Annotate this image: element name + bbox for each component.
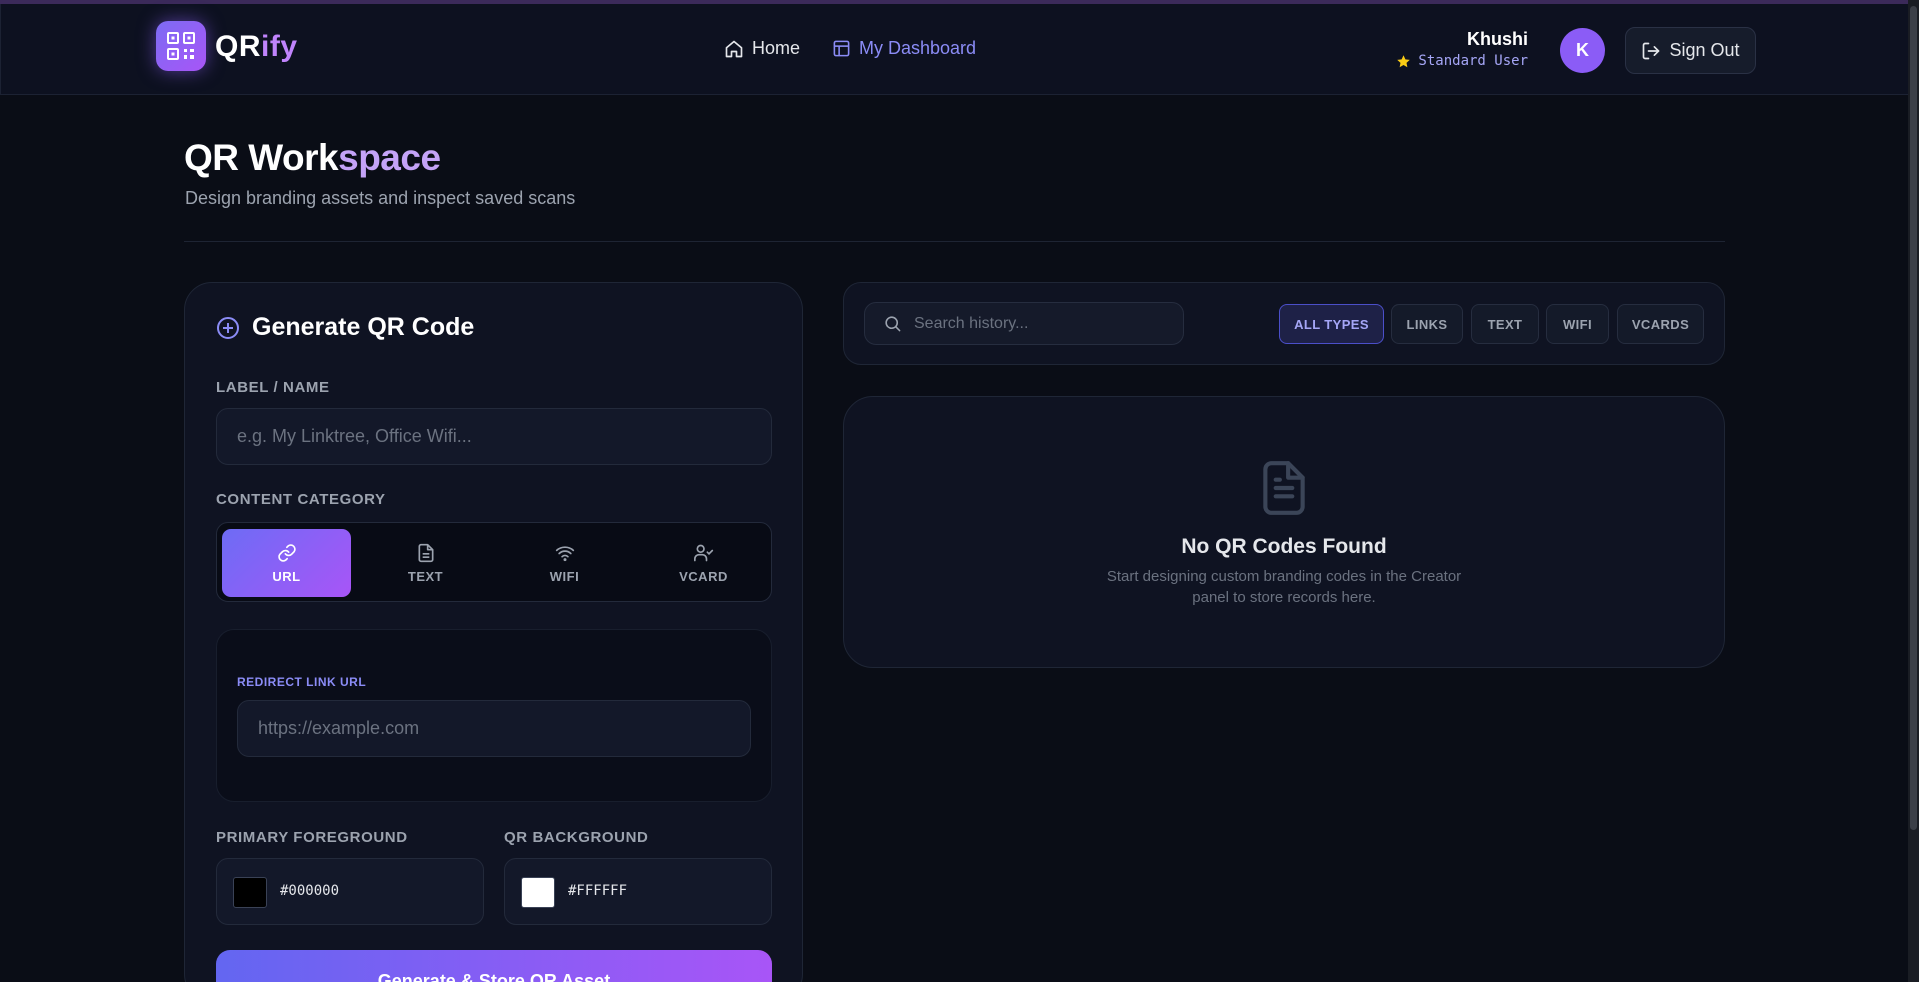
label-name-placeholder: e.g. My Linktree, Office Wifi... [237, 426, 472, 446]
empty-document-icon [1259, 459, 1309, 522]
filter-text[interactable]: TEXT [1471, 304, 1539, 344]
filter-all-types[interactable]: ALL TYPES [1279, 304, 1384, 344]
category-text[interactable]: TEXT [361, 529, 490, 597]
qr-background-label: QR BACKGROUND [504, 829, 649, 846]
nav-home-label: Home [752, 38, 801, 58]
app-header: QRify Home My Dashboard Khushi Standard … [0, 4, 1908, 95]
user-role-label: Standard User [1418, 53, 1528, 69]
category-url[interactable]: URL [222, 529, 351, 597]
section-divider [184, 241, 1725, 242]
foreground-swatch[interactable] [233, 877, 267, 908]
filter-links[interactable]: LINKS [1391, 304, 1463, 344]
link-icon [277, 543, 296, 562]
page-subtitle: Design branding assets and inspect saved… [185, 188, 576, 208]
document-icon [418, 543, 433, 562]
background-hex[interactable]: #FFFFFF [568, 883, 627, 899]
user-check-icon [693, 544, 713, 561]
wifi-icon [555, 545, 574, 561]
avatar[interactable]: K [1560, 28, 1605, 73]
redirect-url-input[interactable]: https://example.com [237, 700, 751, 757]
foreground-color-picker[interactable]: #000000 [216, 858, 484, 925]
scrollbar-thumb[interactable] [1910, 6, 1917, 830]
empty-state-title: No QR Codes Found [1181, 535, 1387, 558]
background-color-picker[interactable]: #FFFFFF [504, 858, 772, 925]
generator-title-label: Generate QR Code [252, 313, 475, 341]
page-title: QR Workspace [184, 137, 441, 178]
generate-store-button[interactable]: Generate & Store QR Asset [216, 950, 772, 982]
app-logo-text[interactable]: QRify [215, 30, 298, 64]
nav-dashboard-label: My Dashboard [859, 38, 977, 58]
nav-home-link[interactable]: Home [724, 38, 800, 59]
dashboard-icon [833, 40, 850, 57]
background-swatch[interactable] [521, 877, 555, 908]
sign-out-icon [1643, 42, 1660, 59]
nav-dashboard-link[interactable]: My Dashboard [832, 38, 976, 59]
label-name-input[interactable]: e.g. My Linktree, Office Wifi... [216, 408, 772, 465]
redirect-url-label: REDIRECT LINK URL [237, 675, 367, 689]
filter-wifi[interactable]: WIFI [1546, 304, 1609, 344]
redirect-url-placeholder: https://example.com [258, 718, 420, 738]
sign-out-button[interactable]: Sign Out [1625, 27, 1756, 74]
category-wifi[interactable]: WIFI [500, 529, 629, 597]
plus-circle-icon [217, 316, 239, 339]
home-icon [725, 40, 743, 57]
history-search-input[interactable]: Search history... [864, 302, 1184, 345]
filter-vcards[interactable]: VCARDS [1617, 304, 1704, 344]
sign-out-label: Sign Out [1669, 40, 1740, 60]
qr-logo-icon[interactable] [156, 21, 206, 71]
user-name: Khushi [1467, 29, 1528, 49]
star-icon [1397, 54, 1411, 67]
history-empty-state [843, 396, 1725, 668]
history-search-placeholder: Search history... [914, 314, 1029, 332]
category-vcard[interactable]: VCARD [639, 529, 768, 597]
content-category-selector: URL TEXT WIFI VCARD [216, 522, 772, 602]
label-name-label: LABEL / NAME [216, 379, 330, 396]
empty-state-description: Start designing custom branding codes in… [1106, 568, 1462, 606]
primary-foreground-label: PRIMARY FOREGROUND [216, 829, 408, 846]
content-category-label: CONTENT CATEGORY [216, 491, 386, 508]
foreground-hex[interactable]: #000000 [280, 883, 339, 899]
search-icon [885, 316, 901, 332]
generator-title: Generate QR Code [216, 313, 474, 342]
user-role: Standard User [1396, 53, 1528, 69]
